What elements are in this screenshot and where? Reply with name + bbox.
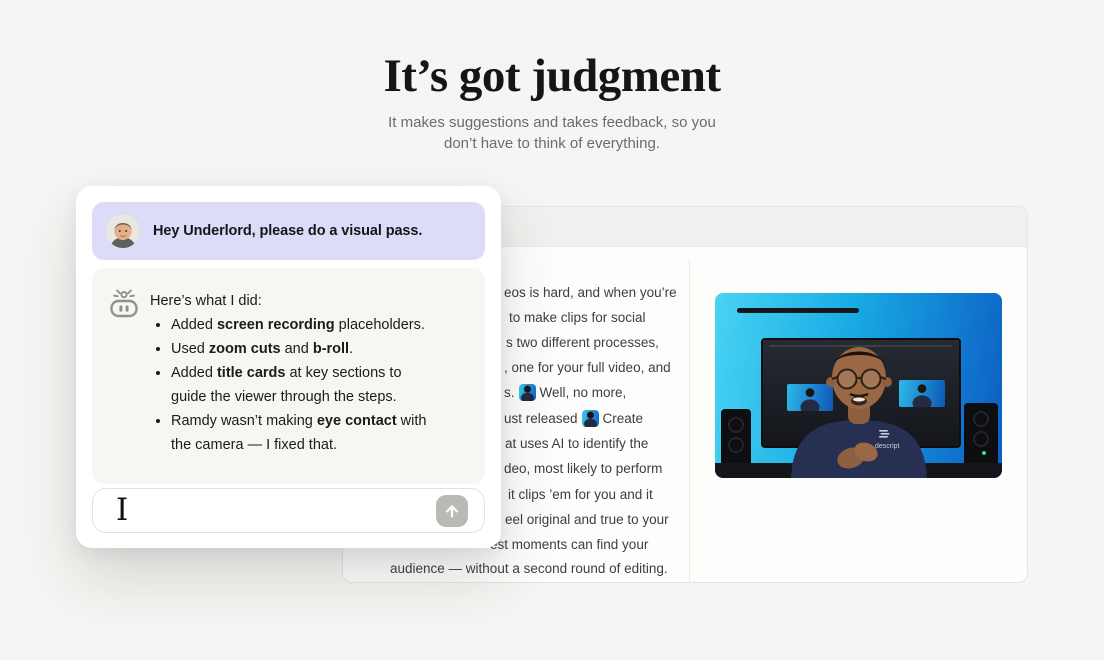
- transcript-line[interactable]: eos is hard, and when you’re: [504, 284, 677, 302]
- send-button[interactable]: [436, 495, 468, 527]
- ceiling-light: [737, 308, 859, 313]
- transcript-line[interactable]: it clips ’em for you and it: [508, 486, 653, 504]
- inline-video-frame-thumbnail: [519, 384, 536, 401]
- assistant-bullet-item: Added title cards at key sections toguid…: [171, 361, 426, 409]
- svg-text:descript: descript: [875, 443, 900, 450]
- assistant-bullet-item: Ramdy wasn’t making eye contact withthe …: [171, 409, 426, 457]
- assistant-bullet-list: Added screen recording placeholders.Used…: [150, 313, 426, 457]
- page-subtitle: It makes suggestions and takes feedback,…: [0, 112, 1104, 154]
- assistant-bullet-item: Added screen recording placeholders.: [171, 313, 426, 337]
- speaker-left: [721, 409, 751, 469]
- transcript-line[interactable]: s two different processes,: [506, 334, 659, 352]
- column-divider: [689, 259, 690, 583]
- inline-video-frame-thumbnail: [582, 410, 599, 427]
- transcript-line[interactable]: , one for your full video, and: [504, 359, 671, 377]
- page-title: It’s got judgment: [0, 48, 1104, 104]
- transcript-line[interactable]: ust releasedCreate: [504, 410, 643, 428]
- transcript-line[interactable]: at uses AI to identify the: [505, 435, 648, 453]
- led-indicator: [982, 451, 986, 455]
- transcript-line[interactable]: audience — without a second round of edi…: [390, 560, 668, 578]
- video-preview-thumbnail[interactable]: descript: [715, 293, 1002, 478]
- user-message-text: Hey Underlord, please do a visual pass.: [153, 223, 422, 239]
- robot-icon: [107, 287, 141, 321]
- text-cursor-icon: I: [116, 493, 128, 527]
- transcript-line[interactable]: eel original and true to your: [505, 511, 669, 529]
- page: { "hero": { "title": "It\u2019s got judg…: [0, 0, 1104, 660]
- assistant-message-content: Here’s what I did: Added screen recordin…: [150, 289, 426, 484]
- transcript-line[interactable]: est moments can find your: [490, 536, 648, 554]
- transcript-line[interactable]: to make clips for social: [509, 309, 646, 327]
- user-avatar: [106, 214, 140, 248]
- assistant-bullet-item: Used zoom cuts and b-roll.: [171, 337, 426, 361]
- transcript-line[interactable]: s.Well, no more,: [504, 384, 626, 402]
- underlord-chat-card: Hey Underlord, please do a visual pass. …: [76, 186, 501, 548]
- assistant-message-bubble: Here’s what I did: Added screen recordin…: [92, 268, 485, 484]
- assistant-intro: Here’s what I did:: [150, 289, 426, 313]
- chat-input[interactable]: I: [92, 488, 485, 533]
- hero-section: It’s got judgment It makes suggestions a…: [0, 48, 1104, 154]
- transcript-line[interactable]: deo, most likely to perform: [504, 460, 662, 478]
- presenter: descript: [759, 326, 959, 478]
- speaker-right: [964, 403, 998, 469]
- user-message-bubble: Hey Underlord, please do a visual pass.: [92, 202, 485, 260]
- arrow-up-icon: [443, 502, 461, 520]
